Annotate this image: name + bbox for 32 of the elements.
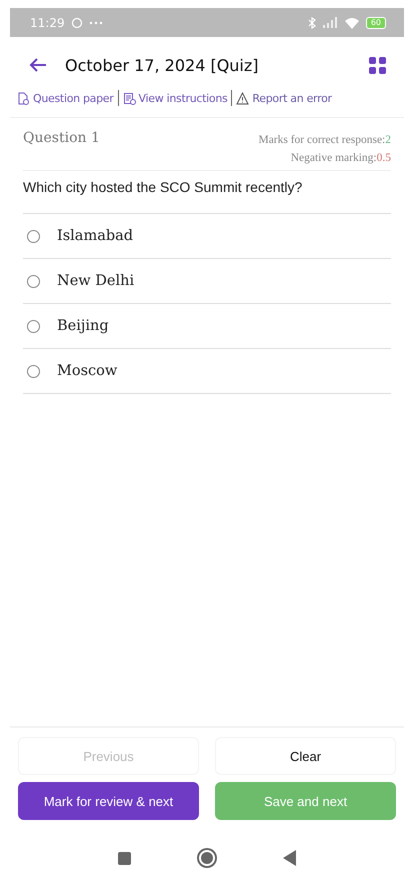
radio-button[interactable] [27,364,40,378]
radio-button[interactable] [27,274,40,288]
home-icon[interactable] [200,852,212,864]
radio-button[interactable] [27,320,40,332]
nav-button[interactable]: Clear [215,737,396,775]
question-paper-link[interactable]: Question paper [17,92,114,104]
bluetooth-icon [308,16,316,28]
grid-icon[interactable] [369,56,386,74]
answer-option[interactable]: Beijing [23,304,391,349]
question-number: Question 1 [23,130,100,148]
battery-icon: 60 [366,16,386,28]
answer-option[interactable]: New Delhi [23,259,391,304]
document-icon [17,92,30,104]
more-icon [88,20,103,24]
back-arrow-icon[interactable] [29,57,47,73]
instructions-link[interactable]: View instructions [122,92,228,104]
status-time: 11:29 [30,16,65,30]
negative-marking-info: Negative marking:0.5 [290,152,391,164]
mark-review-button[interactable]: Mark for review & next [18,782,199,820]
list-document-icon [122,92,136,104]
back-icon[interactable] [282,850,296,866]
signal-icon [322,17,338,28]
answer-option[interactable]: Islamabad [23,214,391,259]
marks-info: Marks for correct response:2 [258,134,391,146]
wifi-icon [344,16,360,28]
answer-option[interactable]: Moscow [23,349,391,394]
quiz-title: October 17, 2024 [Quiz] [65,56,259,74]
recents-icon[interactable] [118,852,130,864]
report-error-link[interactable]: Report an error [236,92,332,104]
warning-icon [236,92,250,104]
radio-button[interactable] [27,230,40,242]
question-text: Which city hosted the SCO Summit recently? [23,179,391,214]
